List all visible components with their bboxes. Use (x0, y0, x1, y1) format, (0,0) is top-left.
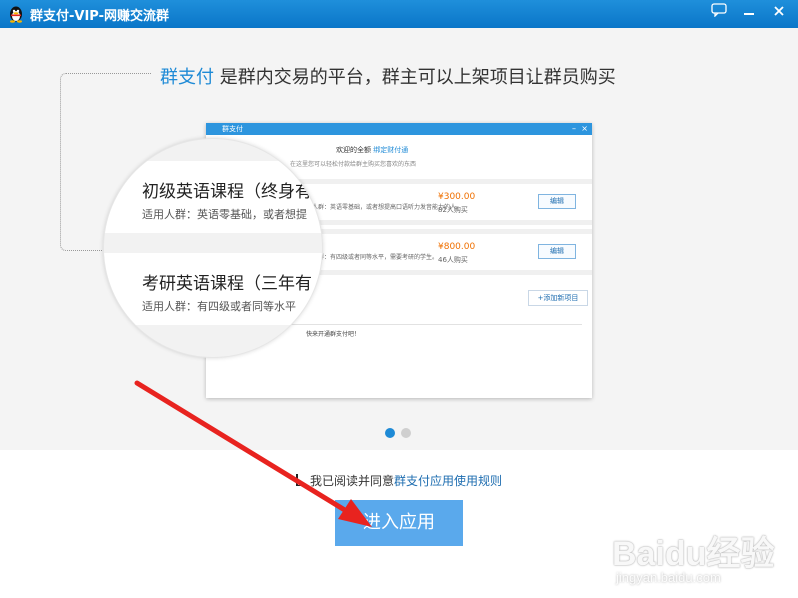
carousel-dot[interactable] (401, 428, 411, 438)
preview-item-buyers: 46人购买 (438, 256, 468, 264)
watermark-logo: Baidu经验 (612, 535, 775, 573)
preview-minimize-icon: – (572, 124, 576, 133)
preview-close-icon: × (581, 124, 588, 133)
preview-edit-button: 编辑 (538, 194, 576, 209)
intro-description: 是群内交易的平台，群主可以上架项目让群员购买 (214, 67, 616, 88)
title-bar: 群支付-VIP-网赚交流群 (0, 0, 798, 28)
preview-item-buyers: 82人购买 (438, 206, 468, 214)
preview-item-price: ¥800.00 (438, 242, 476, 252)
magnified-card-sub: 适用人群：英语零基础，或者想提 (142, 208, 307, 221)
agreement-row: 我已阅读并同意群支付应用使用规则 (296, 472, 502, 489)
preview-title: 群支付 (222, 125, 243, 133)
magnified-card-title: 考研英语课程（三年有 (142, 274, 312, 294)
preview-header-text: 欢迎的全额 (336, 146, 371, 154)
magnified-card: 考研英语课程（三年有 适用人群：有四级或者同等水平 (104, 253, 322, 325)
magnified-card-title: 初级英语课程（终身有 (142, 182, 312, 202)
magnified-card: 初级英语课程（终身有 适用人群：英语零基础，或者想提 (104, 161, 322, 233)
window-title: 群支付-VIP-网赚交流群 (30, 9, 169, 24)
carousel-dot-active[interactable] (385, 428, 395, 438)
preview-add-item-button: +添加新项目 (528, 290, 588, 306)
agreement-text: 我已阅读并同意 (310, 474, 395, 488)
brand-name: 群支付 (160, 67, 214, 88)
enter-app-button[interactable]: 进入应用 (335, 500, 463, 546)
preview-edit-button: 编辑 (538, 244, 576, 259)
baidu-watermark: Baidu经验 jingyan.baidu.com (612, 512, 792, 596)
qq-penguin-icon (10, 6, 22, 23)
preview-footer-text: 快来开通群支付吧！ (306, 331, 361, 338)
agreement-checkbox[interactable] (296, 474, 307, 486)
minimize-icon[interactable] (738, 3, 760, 23)
preview-title-bar: 群支付 – × (206, 123, 592, 135)
preview-item-price: ¥300.00 (438, 192, 476, 202)
preview-header-link: 绑定财付通 (373, 146, 409, 154)
close-icon[interactable] (768, 3, 790, 23)
watermark-url: jingyan.baidu.com (616, 570, 721, 585)
chat-bubble-icon[interactable] (708, 3, 730, 23)
preview-header: 欢迎的全额 绑定财付通 (336, 145, 408, 155)
magnifier-lens: 初级英语课程（终身有 适用人群：英语零基础，或者想提 考研英语课程（三年有 适用… (103, 138, 323, 358)
usage-rules-link[interactable]: 群支付应用使用规则 (394, 474, 502, 488)
magnified-card-sub: 适用人群：有四级或者同等水平 (142, 300, 296, 313)
intro-headline: 群支付 是群内交易的平台，群主可以上架项目让群员购买 (160, 63, 616, 89)
